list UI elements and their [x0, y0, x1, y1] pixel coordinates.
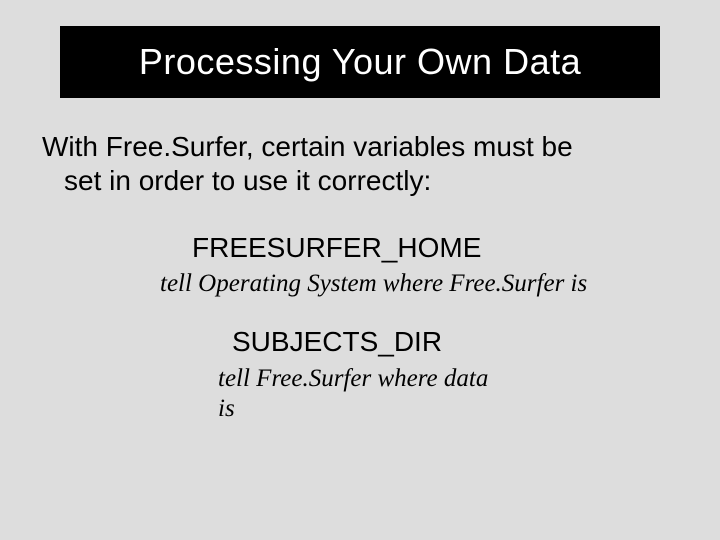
title-bar: Processing Your Own Data [60, 26, 660, 98]
variable-name-subjects-dir: SUBJECTS_DIR [232, 326, 442, 358]
variable-desc-freesurfer-home: tell Operating System where Free.Surfer … [160, 270, 587, 298]
slide-title: Processing Your Own Data [139, 41, 581, 83]
intro-line-1: With Free.Surfer, certain variables must… [42, 131, 573, 162]
variable-desc-subjects-dir: tell Free.Surfer where data is [218, 364, 498, 424]
intro-text: With Free.Surfer, certain variables must… [42, 130, 672, 197]
intro-line-2: set in order to use it correctly: [42, 164, 672, 198]
variable-name-freesurfer-home: FREESURFER_HOME [192, 232, 481, 264]
